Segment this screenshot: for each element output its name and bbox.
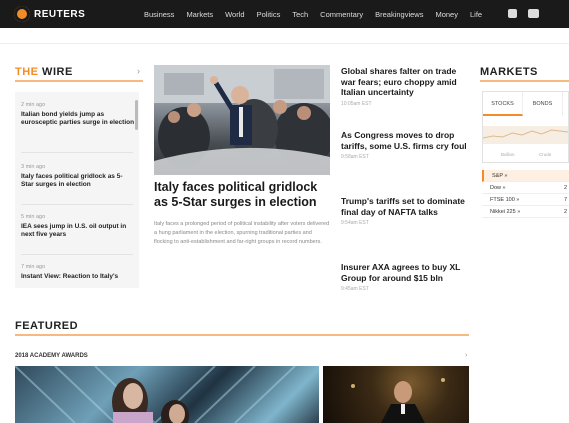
sub-nav-bar	[0, 28, 569, 44]
story-item[interactable]: As Congress moves to drop tariffs, some …	[341, 130, 473, 160]
nav-item-politics[interactable]: Politics	[257, 10, 281, 19]
wire-item-time: 7 min ago	[21, 264, 46, 270]
markets-tabs: STOCKS BONDS	[483, 92, 568, 116]
wire-divider	[15, 80, 143, 82]
story-headline[interactable]: As Congress moves to drop tariffs, some …	[341, 130, 473, 151]
markets-sparkline	[483, 126, 568, 144]
tab-stocks[interactable]: STOCKS	[483, 92, 523, 116]
top-nav-bar: REUTERS Business Markets World Politics …	[0, 0, 569, 28]
wire-title-prefix: THE	[15, 66, 39, 78]
story-item[interactable]: Insurer AXA agrees to buy XL Group for a…	[341, 262, 473, 292]
wire-section-title: THE WIRE	[15, 66, 73, 78]
market-row-value: 7	[563, 197, 567, 203]
market-row-value: 2	[563, 209, 567, 215]
nav-item-commentary[interactable]: Commentary	[320, 10, 363, 19]
markets-widget: STOCKS BONDS Bullion Crude	[482, 91, 569, 163]
story-headline[interactable]: Trump's tariffs set to dominate final da…	[341, 196, 473, 217]
story-item[interactable]: Trump's tariffs set to dominate final da…	[341, 196, 473, 226]
market-row-label: S&P »	[492, 173, 508, 179]
featured-section-title: FEATURED	[15, 320, 79, 332]
video-icon[interactable]	[528, 9, 539, 18]
markets-index-list: S&P » Dow » 2 FTSE 100 » 7 Nikkei 225 » …	[482, 170, 569, 218]
wire-item-headline[interactable]: Italian bond yields jump as eurosceptic …	[21, 111, 135, 127]
featured-divider	[15, 334, 469, 336]
story-headline[interactable]: Global shares falter on trade war fears;…	[341, 66, 473, 98]
story-time: 9:58am EST	[341, 154, 369, 160]
lead-story-headline[interactable]: Italy faces political gridlock as 5-Star…	[154, 180, 332, 210]
markets-section-title: MARKETS	[480, 66, 538, 78]
market-row-ftse[interactable]: FTSE 100 » 7	[482, 194, 569, 206]
story-time: 9:54am EST	[341, 220, 369, 226]
wire-more-icon[interactable]: ›	[137, 66, 140, 76]
wire-item-time: 3 min ago	[21, 164, 46, 170]
markets-divider	[480, 80, 569, 82]
wire-separator	[21, 254, 133, 255]
wire-list: 2 min ago Italian bond yields jump as eu…	[15, 92, 139, 288]
featured-subsection-title[interactable]: 2018 ACADEMY AWARDS	[15, 353, 88, 359]
nav-item-tech[interactable]: Tech	[292, 10, 308, 19]
lead-story-summary: Italy faces a prolonged period of politi…	[154, 221, 330, 245]
wire-item[interactable]: 5 min ago IEA sees jump in U.S. oil outp…	[21, 214, 135, 239]
nav-item-business[interactable]: Business	[144, 10, 174, 19]
wire-item-headline[interactable]: IEA sees jump in U.S. oil output in next…	[21, 223, 135, 239]
market-row-nikkei[interactable]: Nikkei 225 » 2	[482, 206, 569, 218]
wire-separator	[21, 204, 133, 205]
legend-crude: Crude	[539, 152, 552, 157]
market-row-sp[interactable]: S&P »	[482, 170, 569, 182]
market-row-dow[interactable]: Dow » 2	[482, 182, 569, 194]
wire-item-time: 2 min ago	[21, 102, 46, 108]
main-nav: Business Markets World Politics Tech Com…	[144, 0, 482, 28]
story-item[interactable]: Global shares falter on trade war fears;…	[341, 66, 473, 107]
featured-photo-oscars-1[interactable]	[15, 366, 319, 423]
story-time: 9:45am EST	[341, 286, 369, 292]
wire-title-main: WIRE	[38, 66, 73, 78]
wire-item-headline[interactable]: Instant View: Reaction to Italy's	[21, 273, 135, 281]
nav-item-life[interactable]: Life	[470, 10, 482, 19]
reuters-logo[interactable]: REUTERS	[14, 6, 85, 22]
lead-story-photo[interactable]	[154, 65, 330, 175]
featured-photo-oscars-2[interactable]	[323, 366, 469, 423]
market-row-label: FTSE 100 »	[490, 197, 520, 203]
logo-text: REUTERS	[34, 8, 86, 20]
wire-item[interactable]: 2 min ago Italian bond yields jump as eu…	[21, 102, 135, 127]
market-row-label: Nikkei 225 »	[490, 209, 521, 215]
market-row-value: 2	[563, 185, 567, 191]
featured-more-icon[interactable]: ›	[465, 352, 467, 359]
wire-item-headline[interactable]: Italy faces political gridlock as 5-Star…	[21, 173, 135, 189]
story-time: 10:05am EST	[341, 100, 372, 107]
market-row-label: Dow »	[490, 185, 506, 191]
nav-item-markets[interactable]: Markets	[186, 10, 213, 19]
nav-item-money[interactable]: Money	[435, 10, 458, 19]
nav-item-world[interactable]: World	[225, 10, 244, 19]
wire-item-time: 5 min ago	[21, 214, 46, 220]
reuters-logo-icon	[14, 6, 30, 22]
wire-item[interactable]: 7 min ago Instant View: Reaction to Ital…	[21, 264, 135, 281]
wire-scrollbar[interactable]	[135, 100, 138, 130]
camera-icon[interactable]	[508, 9, 517, 18]
legend-bullion: Bullion	[501, 152, 515, 157]
nav-item-breakingviews[interactable]: Breakingviews	[375, 10, 423, 19]
wire-item[interactable]: 3 min ago Italy faces political gridlock…	[21, 164, 135, 189]
wire-separator	[21, 152, 133, 153]
tab-bonds[interactable]: BONDS	[523, 92, 563, 116]
story-headline[interactable]: Insurer AXA agrees to buy XL Group for a…	[341, 262, 473, 283]
